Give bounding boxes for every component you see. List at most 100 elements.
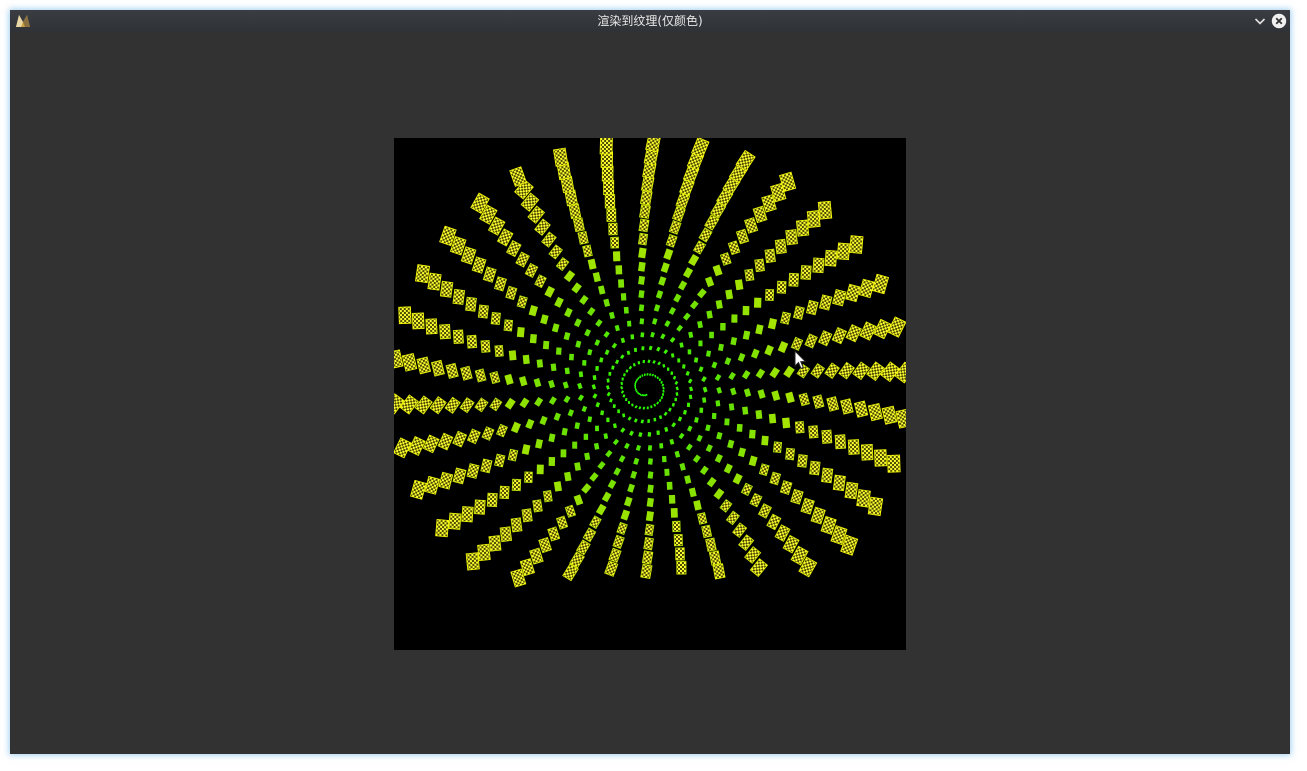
spiral-cube [806, 210, 821, 228]
spiral-cube [785, 229, 798, 246]
spiral-cube [670, 371, 674, 375]
spiral-cube [592, 375, 597, 381]
close-circle-icon[interactable] [1271, 13, 1287, 29]
spiral-cube [572, 441, 578, 449]
spiral-cube [797, 454, 808, 468]
spiral-cube [548, 457, 556, 466]
spiral-cube [647, 458, 653, 465]
spiral-cube [638, 218, 650, 233]
spiral-cube [664, 468, 670, 476]
spiral-cube [521, 508, 533, 523]
spiral-cube [701, 524, 713, 539]
spiral-cube [711, 412, 717, 420]
spiral-cube [524, 471, 533, 483]
spiral-cube [641, 346, 645, 351]
spiral-cube [736, 423, 743, 432]
spiral-cube [474, 499, 486, 515]
spiral-cube [568, 203, 582, 220]
spiral-cube [642, 359, 646, 364]
spiral-cube [650, 405, 653, 409]
spiral-cube [638, 304, 645, 312]
spiral-cube [516, 327, 525, 338]
spiral-cube [577, 230, 589, 245]
spiral-cube [658, 378, 661, 382]
spiral-cube [542, 490, 553, 503]
spiral-cube [755, 410, 763, 420]
spiral-cube [615, 265, 623, 275]
spiral-cube [672, 520, 681, 533]
spiral-cube [641, 374, 644, 377]
spiral-cube [708, 550, 722, 566]
spiral-cube [550, 363, 557, 372]
spiral-cube [687, 349, 692, 355]
spiral-cube [764, 248, 776, 264]
spiral-cube [754, 258, 766, 273]
spiral-cube [675, 392, 679, 396]
spiral-cube [644, 523, 655, 536]
spiral-cube [553, 147, 569, 167]
spiral-cube [808, 425, 819, 439]
spiral-cube [536, 464, 544, 475]
spiral-cube [461, 506, 474, 523]
spiral-cube [633, 347, 638, 353]
spiral-cube [705, 537, 717, 552]
spiral-cube [860, 444, 874, 461]
spiral-cube [673, 534, 683, 547]
spiral-cube [824, 249, 838, 267]
spiral-cube [610, 236, 620, 249]
title-bar[interactable]: 渲染到纹理(仅颜色) [10, 10, 1290, 32]
spiral-cube [821, 467, 834, 484]
chevron-down-icon[interactable] [1252, 13, 1268, 29]
spiral-cube [666, 367, 670, 371]
spiral-cube [742, 406, 749, 415]
spiral-cube [414, 264, 431, 284]
spiral-cube [435, 519, 450, 538]
spiral-cube [630, 334, 635, 340]
spiral-cube [834, 434, 847, 450]
spiral-cube [637, 261, 646, 272]
spiral-cube [788, 272, 799, 287]
spiral-cube [522, 354, 530, 365]
window-title: 渲染到纹理(仅颜色) [597, 14, 703, 28]
spiral-cube [529, 333, 537, 344]
spiral-cube [599, 138, 613, 155]
spiral-cube [621, 377, 624, 381]
spiral-cube [867, 496, 884, 517]
spiral-cube [728, 403, 735, 411]
spiral-cube [452, 329, 464, 345]
spiral-cube [623, 306, 629, 314]
spiral-cube [675, 547, 685, 561]
spiral-cube [499, 485, 510, 500]
spiral-cube [583, 433, 589, 440]
spiral-cube [634, 382, 637, 386]
spiral-cube [465, 552, 480, 571]
spiral-cube [569, 353, 574, 361]
spiral-cube [608, 371, 612, 376]
spiral-cube [618, 279, 625, 288]
spiral-cube [768, 413, 777, 424]
spiral-cube [765, 288, 775, 301]
spiral-cube [639, 318, 645, 325]
render-texture-viewport[interactable] [394, 138, 906, 650]
spiral-cube [817, 200, 833, 220]
spiral-cube [715, 400, 721, 407]
spiral-cube [794, 421, 805, 434]
spiral-cube [640, 332, 645, 338]
spiral-cube [582, 359, 587, 366]
window-content [10, 32, 1290, 754]
spiral-cube [606, 417, 610, 423]
spiral-cube [617, 409, 620, 414]
spiral-cube [639, 204, 651, 219]
spiral-cube [698, 340, 703, 347]
mouse-pointer-icon [794, 350, 807, 370]
spiral-cube [641, 550, 654, 565]
spiral-cube [398, 306, 412, 325]
spiral-cube [647, 419, 651, 424]
spiral-cube [809, 460, 821, 476]
spiral-cube [821, 429, 833, 444]
spiral-cube [849, 235, 864, 254]
spiral-cube [645, 393, 648, 396]
spiral-cube [466, 334, 478, 349]
spiral-cube [847, 439, 860, 455]
spiral-cube [647, 445, 653, 451]
